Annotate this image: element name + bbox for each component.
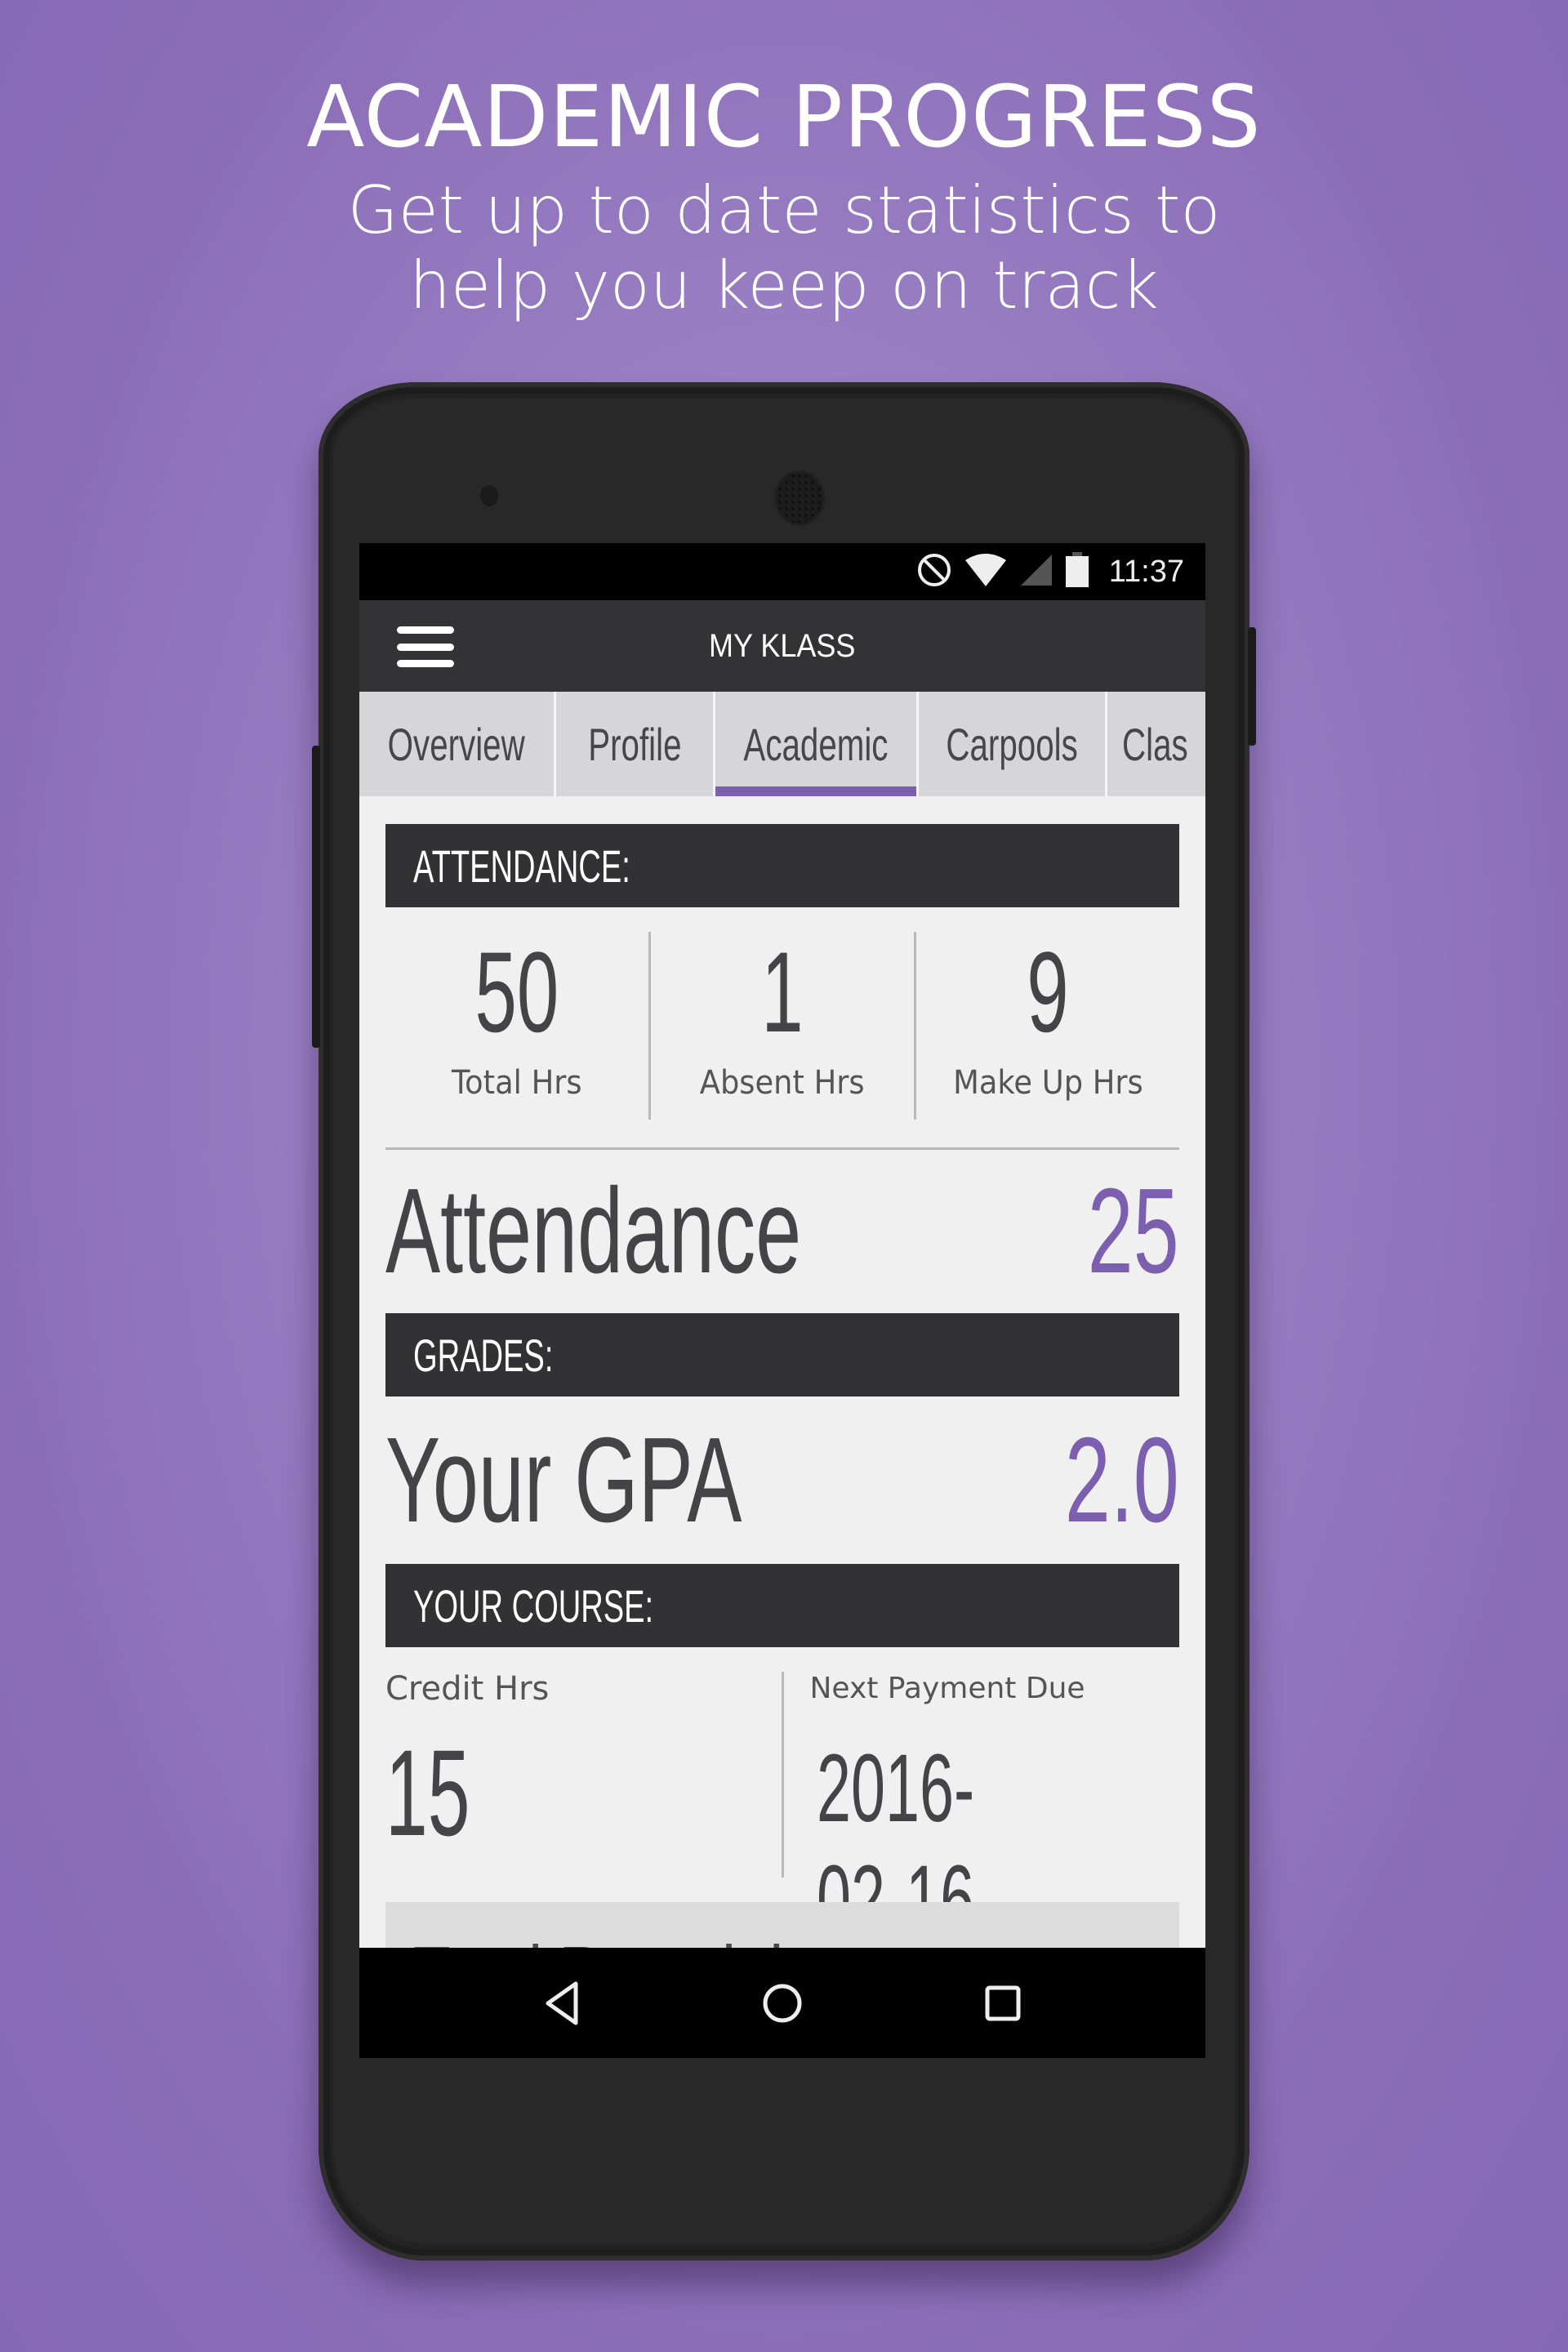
gpa-label: Your GPA — [385, 1412, 742, 1548]
promo-subtitle: Get up to date statistics to help you ke… — [0, 173, 1568, 323]
credit-hrs-value: 15 — [385, 1724, 470, 1861]
power-button — [1248, 627, 1256, 746]
tab-profile[interactable]: Profile — [556, 692, 715, 796]
credit-hrs: Credit Hrs 15 — [385, 1647, 782, 1878]
volume-button — [312, 746, 320, 1048]
system-nav-bar — [359, 1948, 1205, 2058]
tab-academic[interactable]: Academic — [715, 692, 919, 796]
promo-title: ACADEMIC PROGRESS — [306, 67, 1262, 167]
section-title: YOUR COURSE: — [413, 1579, 654, 1632]
stat-total-hrs: 50 Total Hrs — [385, 932, 648, 1120]
grades-header: GRADES: — [385, 1313, 1179, 1396]
tab-label: Carpools — [946, 718, 1078, 770]
status-bar: 11:37 — [359, 543, 1205, 600]
app-toolbar: MY KLASS — [359, 600, 1205, 692]
attendance-summary-value: 25 — [1088, 1164, 1179, 1298]
gpa-value: 2.0 — [1065, 1412, 1179, 1548]
tab-label: Academic — [743, 718, 889, 770]
earpiece-speaker — [774, 470, 825, 526]
section-title: ATTENDANCE: — [413, 840, 630, 892]
proximity-sensor — [480, 485, 498, 506]
status-time: 11:37 — [1108, 554, 1184, 589]
tab-classes[interactable]: Clas — [1107, 692, 1205, 796]
home-icon[interactable] — [754, 1975, 811, 2032]
tab-label: Profile — [587, 718, 682, 770]
course-header: YOUR COURSE: — [385, 1564, 1179, 1647]
gpa-row: Your GPA 2.0 — [385, 1396, 1179, 1564]
wifi-icon — [964, 552, 1008, 592]
total-remaining: Total Remaining — [385, 1902, 1179, 1948]
stat-makeup-hrs: 9 Make Up Hrs — [914, 932, 1179, 1120]
recents-icon[interactable] — [974, 1975, 1031, 2032]
app-title: MY KLASS — [709, 627, 856, 664]
next-payment-label: Next Payment Due — [809, 1672, 1085, 1705]
total-remaining-label: Total Remaining — [413, 1927, 851, 1948]
do-not-disturb-icon — [916, 552, 952, 592]
course-details: Credit Hrs 15 Next Payment Due 2016-02-1… — [385, 1647, 1180, 1948]
tab-overview[interactable]: Overview — [359, 692, 557, 796]
tab-bar: Overview Profile Academic Carpools Clas — [359, 692, 1205, 796]
app-screen: 11:37 MY KLASS Overview Profile Academic… — [359, 543, 1205, 1948]
stat-label: Absent Hrs — [700, 1064, 865, 1102]
cell-signal-icon — [1019, 553, 1054, 591]
section-title: GRADES: — [413, 1329, 554, 1381]
tab-label: Overview — [388, 718, 526, 770]
stat-value: 1 — [761, 928, 804, 1056]
attendance-header: ATTENDANCE: — [385, 824, 1179, 907]
promo-subtitle-line1: Get up to date statistics to — [347, 172, 1221, 248]
academic-content: ATTENDANCE: 50 Total Hrs 1 Absent Hrs 9 … — [359, 796, 1205, 1948]
promo-subtitle-line2: help you keep on track — [409, 247, 1159, 323]
stat-absent-hrs: 1 Absent Hrs — [648, 932, 914, 1120]
stat-value: 50 — [474, 928, 559, 1056]
battery-icon — [1065, 551, 1089, 592]
stat-label: Total Hrs — [452, 1064, 582, 1102]
attendance-stats: 50 Total Hrs 1 Absent Hrs 9 Make Up Hrs — [385, 907, 1179, 1150]
hamburger-menu-icon[interactable] — [397, 626, 454, 667]
stat-value: 9 — [1027, 928, 1069, 1056]
tab-label: Clas — [1122, 718, 1188, 770]
next-payment: Next Payment Due 2016-02-16 — [781, 1672, 1180, 1948]
attendance-summary: Attendance 25 — [385, 1150, 1179, 1313]
tab-carpools[interactable]: Carpools — [919, 692, 1107, 796]
attendance-summary-label: Attendance — [385, 1164, 802, 1298]
credit-hrs-label: Credit Hrs — [385, 1670, 550, 1708]
back-icon[interactable] — [533, 1975, 590, 2032]
stat-label: Make Up Hrs — [952, 1064, 1143, 1102]
